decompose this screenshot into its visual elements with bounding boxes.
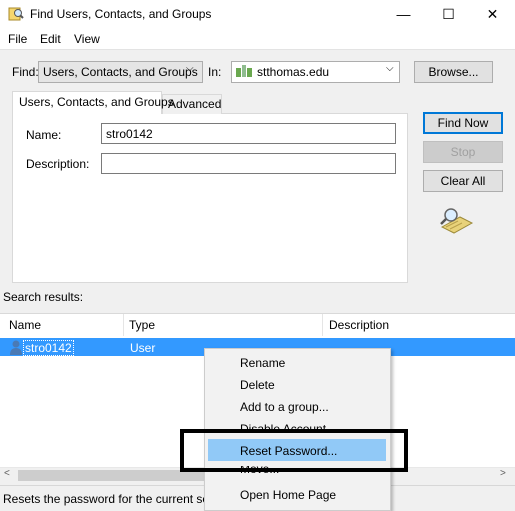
browse-button[interactable]: Browse... bbox=[414, 61, 493, 83]
result-type-cell: User bbox=[130, 341, 156, 355]
menu-item-rename[interactable]: Rename bbox=[240, 356, 285, 370]
column-header-name[interactable]: Name bbox=[9, 318, 41, 340]
description-field[interactable] bbox=[101, 153, 396, 174]
column-divider[interactable] bbox=[322, 314, 323, 336]
name-label: Name: bbox=[26, 128, 62, 142]
chevron-down-icon: ⌵ bbox=[386, 63, 394, 74]
scroll-right-icon[interactable]: > bbox=[500, 468, 506, 479]
menu-bar: File Edit View bbox=[0, 29, 515, 49]
maximize-button[interactable]: ☐ bbox=[426, 0, 471, 28]
user-icon bbox=[10, 340, 22, 355]
domain-icon bbox=[236, 65, 252, 77]
scrollbar-thumb[interactable] bbox=[18, 470, 204, 481]
find-label: Find: bbox=[12, 65, 39, 79]
minimize-button[interactable]: — bbox=[381, 0, 426, 28]
annotation-highlight-box bbox=[180, 429, 408, 472]
find-now-button[interactable]: Find Now bbox=[423, 112, 503, 134]
search-results-label: Search results: bbox=[3, 290, 84, 304]
domain-value: stthomas.edu bbox=[257, 65, 330, 79]
menu-view[interactable]: View bbox=[74, 32, 100, 46]
chevron-down-icon: ⌵ bbox=[186, 63, 194, 74]
menu-file[interactable]: File bbox=[8, 32, 27, 46]
status-text: Resets the password for the current sele… bbox=[3, 492, 208, 506]
tab-label: Advanced bbox=[168, 97, 222, 111]
column-divider[interactable] bbox=[123, 314, 124, 336]
find-people-icon bbox=[8, 7, 24, 21]
clear-all-button[interactable]: Clear All bbox=[423, 170, 503, 192]
scroll-left-icon[interactable]: < bbox=[4, 468, 10, 479]
result-name-cell: stro0142 bbox=[23, 340, 74, 356]
magnifier-icon bbox=[440, 208, 474, 234]
name-field-value: stro0142 bbox=[106, 127, 153, 141]
menu-edit[interactable]: Edit bbox=[40, 32, 61, 46]
in-label: In: bbox=[208, 65, 222, 79]
menu-item-delete[interactable]: Delete bbox=[240, 378, 275, 392]
menu-item-open-home-page[interactable]: Open Home Page bbox=[240, 488, 336, 502]
stop-button[interactable]: Stop bbox=[423, 141, 503, 163]
window-title: Find Users, Contacts, and Groups bbox=[30, 7, 212, 21]
tab-label: Users, Contacts, and Groups bbox=[19, 95, 174, 109]
menu-item-add-to-group[interactable]: Add to a group... bbox=[240, 400, 329, 414]
close-button[interactable]: ✕ bbox=[470, 0, 515, 28]
column-header-description[interactable]: Description bbox=[329, 318, 389, 340]
find-type-value: Users, Contacts, and Groups bbox=[43, 65, 198, 79]
column-header-type[interactable]: Type bbox=[129, 318, 155, 340]
description-label: Description: bbox=[26, 157, 90, 171]
